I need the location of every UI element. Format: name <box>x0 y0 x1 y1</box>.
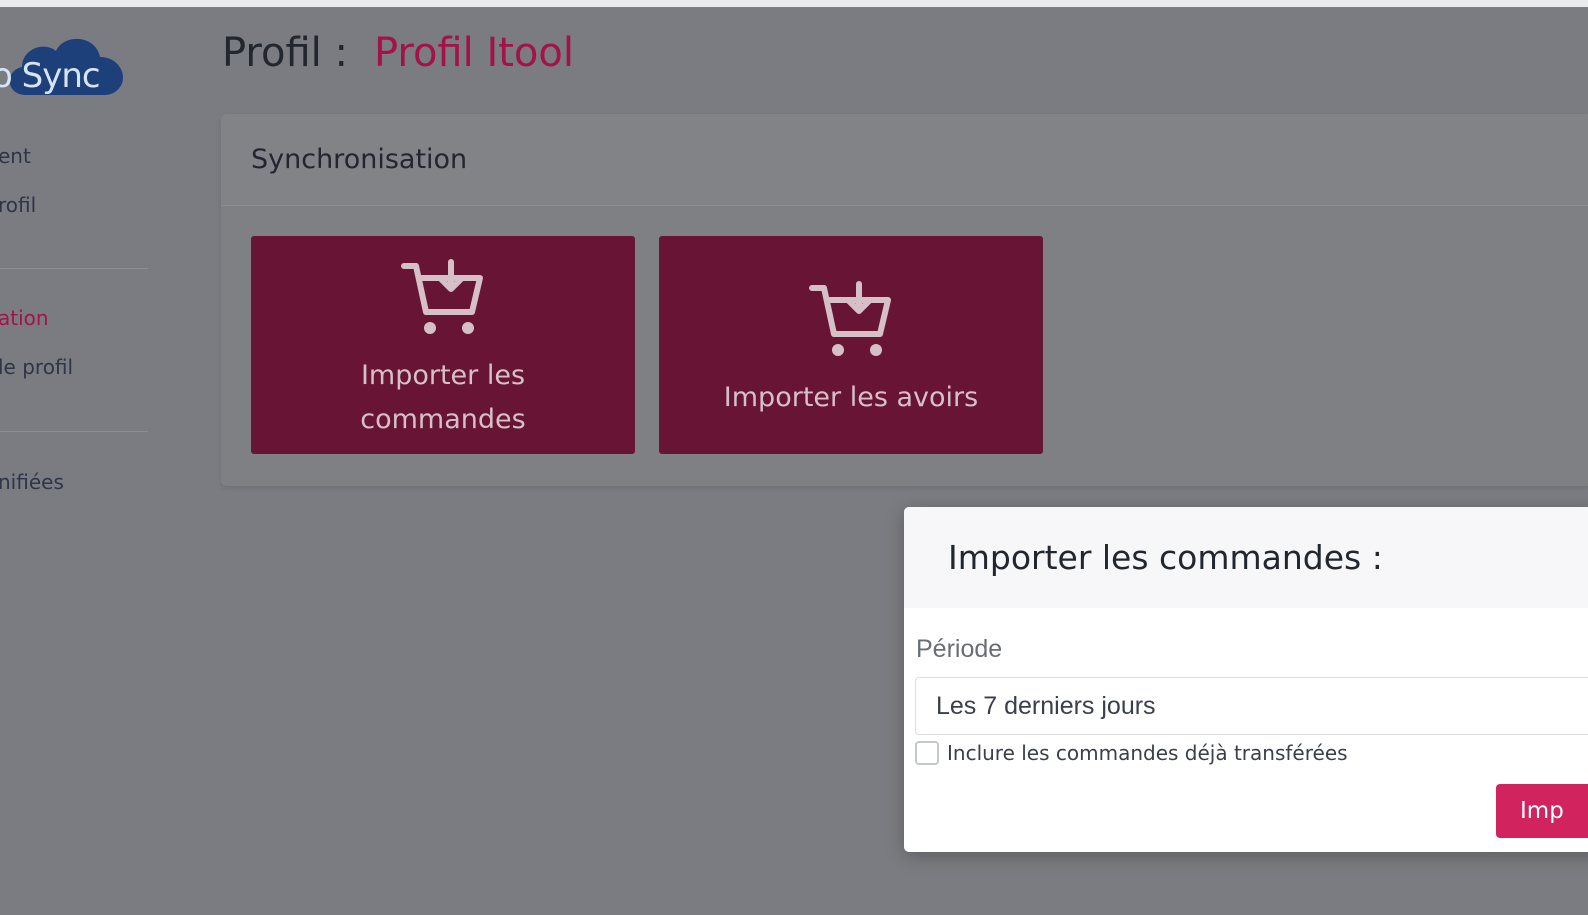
sidebar-item-profil[interactable]: rofil <box>0 193 36 217</box>
profile-name: Profil Itool <box>373 30 574 76</box>
cart-download-icon <box>401 259 483 334</box>
sync-card-title: Synchronisation <box>251 144 468 175</box>
import-orders-button[interactable]: Importer les commandes <box>251 236 635 454</box>
page-title-label: Profil : <box>222 30 348 76</box>
logo-text: o Sync <box>0 56 101 96</box>
import-credit-notes-button[interactable]: Importer les avoirs <box>659 236 1043 454</box>
modal-title: Importer les commandes : <box>948 538 1383 577</box>
sidebar-item-scheduled[interactable]: nifiées <box>0 470 64 494</box>
include-transferred-checkbox[interactable] <box>915 741 939 765</box>
sidebar-item-synchronisation[interactable]: ation <box>0 306 49 330</box>
sync-card-header: Synchronisation <box>221 114 1588 206</box>
period-select[interactable]: Les 7 derniers jours <box>915 677 1588 735</box>
app-logo[interactable]: o Sync <box>0 29 132 109</box>
include-transferred-option[interactable]: Inclure les commandes déjà transférées <box>915 741 1348 765</box>
cart-download-icon <box>809 281 891 356</box>
include-transferred-label: Inclure les commandes déjà transférées <box>947 741 1348 765</box>
period-label: Période <box>916 635 1003 663</box>
sidebar-divider <box>0 431 148 432</box>
sidebar-item-1[interactable]: ent <box>0 144 31 168</box>
import-submit-button[interactable]: Imp <box>1496 784 1588 838</box>
period-select-value: Les 7 derniers jours <box>936 691 1156 720</box>
browser-top-strip <box>0 0 1588 7</box>
import-orders-label-line1: Importer les <box>360 360 526 391</box>
import-orders-modal: Importer les commandes : Période Les 7 d… <box>904 507 1588 852</box>
sidebar: o Sync ent rofil ation le profil nifiées <box>0 7 200 915</box>
import-orders-label-line2: commandes <box>360 404 526 435</box>
sidebar-divider <box>0 268 148 269</box>
page-title: Profil : Profil Itool <box>222 30 574 76</box>
import-credit-notes-label: Importer les avoirs <box>723 382 979 413</box>
sync-card: Synchronisation Importer les commandes I… <box>221 114 1588 486</box>
sidebar-item-edit-profile[interactable]: le profil <box>0 355 73 379</box>
modal-header: Importer les commandes : <box>904 507 1588 608</box>
